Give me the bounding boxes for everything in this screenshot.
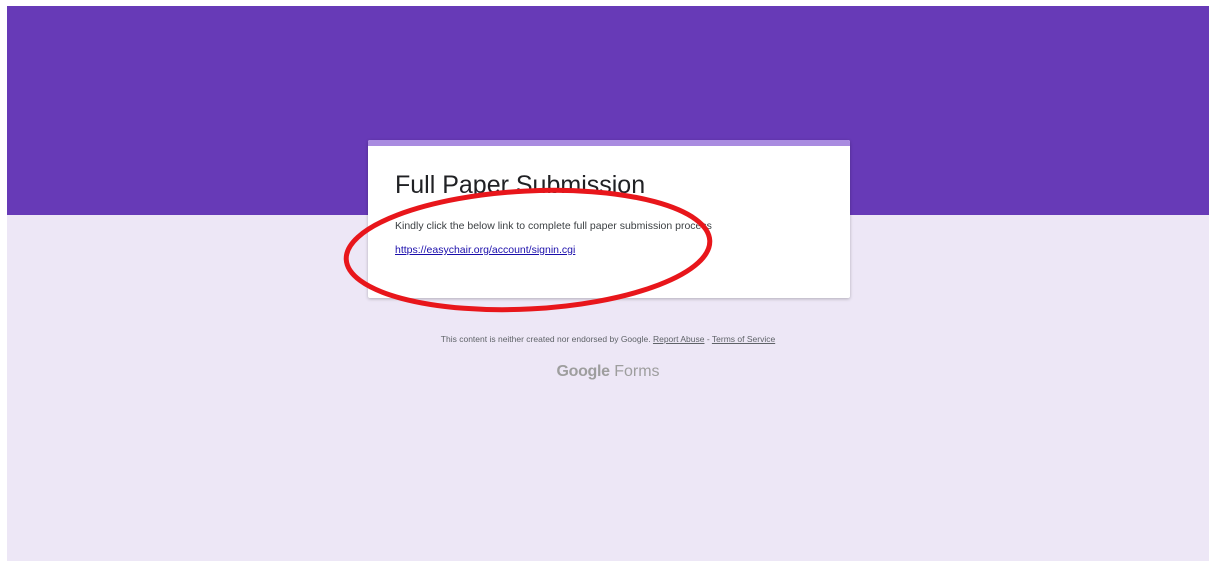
terms-of-service-link[interactable]: Terms of Service [712, 334, 775, 344]
disclaimer-text: This content is neither created nor endo… [440, 334, 651, 344]
footer-disclaimer: This content is neither created nor endo… [7, 334, 1209, 344]
submission-link[interactable]: https://easychair.org/account/signin.cgi [395, 244, 575, 256]
google-forms-logo[interactable]: Google Forms [7, 363, 1209, 381]
form-description: Kindly click the below link to complete … [395, 220, 712, 232]
footer-separator: - [704, 334, 712, 344]
form-page: Full Paper Submission Kindly click the b… [7, 6, 1209, 561]
card-accent-bar [368, 140, 850, 146]
brand-product: Forms [614, 363, 660, 380]
report-abuse-link[interactable]: Report Abuse [653, 334, 705, 344]
brand-google: Google [556, 363, 610, 380]
form-title: Full Paper Submission [395, 171, 646, 199]
form-card: Full Paper Submission Kindly click the b… [368, 140, 850, 298]
